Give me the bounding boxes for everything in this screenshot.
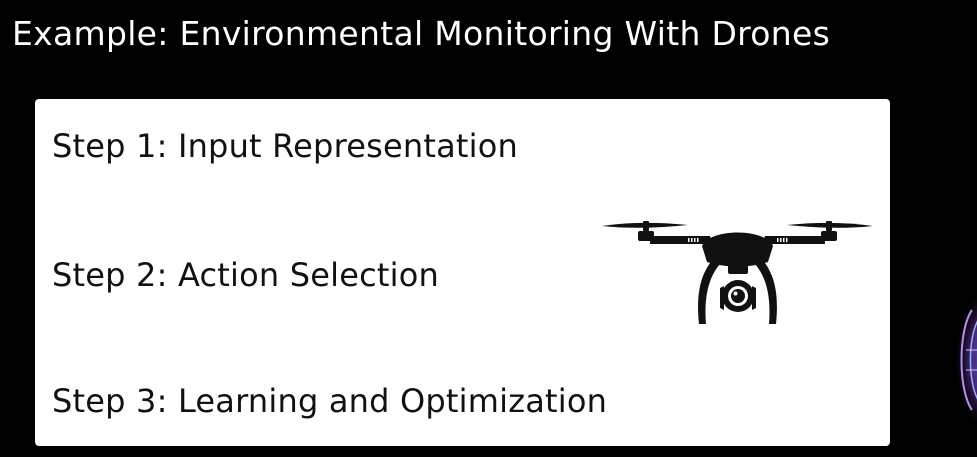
glowing-circuit-graphic — [948, 298, 977, 422]
step-2-label: Step 2: Action Selection — [52, 256, 440, 294]
drone-icon — [602, 221, 873, 324]
landing-leg-right — [755, 258, 777, 324]
step-3-label: Step 3: Learning and Optimization — [52, 382, 608, 420]
slide-title: Example: Environmental Monitoring With D… — [12, 14, 831, 53]
step-1-label: Step 1: Input Representation — [52, 127, 519, 165]
landing-leg-left — [698, 258, 720, 324]
content-card: Step 1: Input Representation Step 2: Act… — [35, 99, 890, 446]
slide: Example: Environmental Monitoring With D… — [0, 0, 977, 457]
